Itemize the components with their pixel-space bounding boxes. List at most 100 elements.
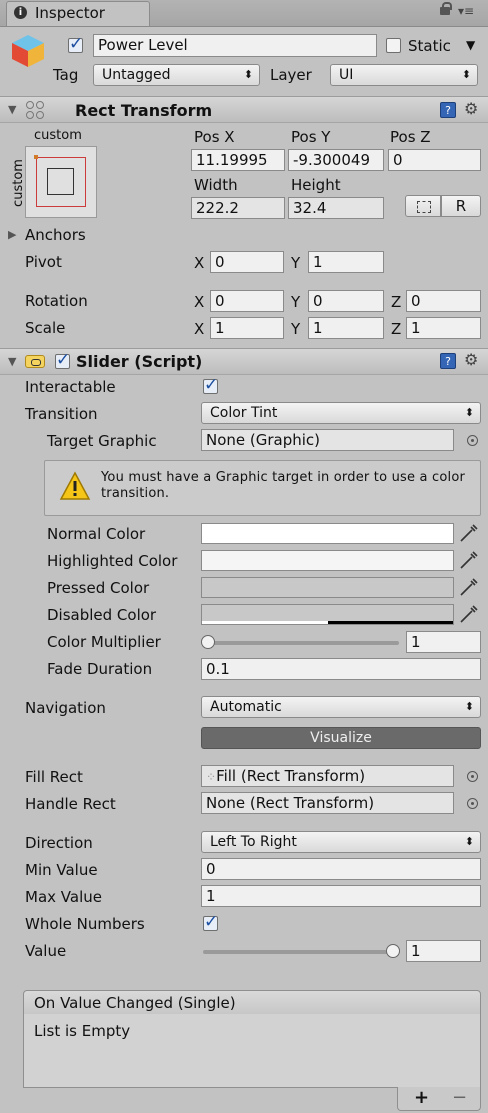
interactable-checkbox[interactable]: ✓ [203, 375, 218, 395]
fill-rect-value: Fill (Rect Transform) [216, 767, 366, 785]
eyedropper-icon[interactable] [458, 522, 480, 544]
layer-dropdown[interactable]: UI ⬍ [330, 64, 478, 86]
anchors-label[interactable]: Anchors [25, 225, 86, 245]
eyedropper-icon[interactable] [458, 549, 480, 571]
scale-x-axis-label: X [194, 320, 205, 338]
pivot-x-axis-label: X [194, 254, 205, 272]
static-checkbox[interactable] [386, 38, 401, 53]
anchor-presets-button[interactable] [25, 146, 97, 218]
slider-enabled-checkbox[interactable]: ✓ [55, 350, 70, 370]
navigation-dropdown[interactable]: Automatic ⬍ [201, 696, 481, 718]
raw-edit-button[interactable]: R [441, 195, 481, 217]
tag-value: Untagged [102, 67, 171, 83]
min-value-label: Min Value [25, 861, 98, 879]
posy-field[interactable]: -9.300049 [288, 149, 384, 171]
max-value-field[interactable]: 1 [201, 885, 481, 907]
object-picker-icon[interactable] [467, 771, 478, 782]
handle-rect-field[interactable]: None (Rect Transform) [201, 792, 454, 814]
color-multiplier-label: Color Multiplier [47, 633, 161, 651]
value-slider-handle[interactable] [386, 944, 400, 958]
active-checkbox[interactable]: ✓ [68, 34, 83, 54]
value-field[interactable]: 1 [406, 940, 481, 962]
static-dropdown-arrow-icon[interactable]: ▼ [466, 38, 475, 52]
gameobject-name-field[interactable]: Power Level [93, 34, 377, 57]
target-graphic-label: Target Graphic [47, 432, 157, 450]
foldout-expanded-icon[interactable]: ▼ [8, 100, 16, 120]
eyedropper-icon[interactable] [458, 576, 480, 598]
width-label: Width [194, 176, 238, 194]
disabled-color-field[interactable] [201, 604, 454, 625]
posz-field[interactable]: 0 [388, 149, 481, 171]
navigation-value: Automatic [210, 699, 282, 715]
alpha-bar-white [202, 621, 328, 624]
rect-transform-small-icon: ⁘ [206, 770, 217, 784]
fade-duration-field[interactable]: 0.1 [201, 658, 481, 680]
warning-text: You must have a Graphic target in order … [101, 470, 466, 501]
foldout-expanded-icon[interactable]: ▼ [8, 352, 16, 372]
tab-inspector[interactable]: i Inspector [6, 1, 150, 26]
posx-field[interactable]: 11.19995 [191, 149, 285, 171]
tab-title: Inspector [35, 4, 105, 22]
transition-value: Color Tint [210, 405, 278, 421]
height-field[interactable]: 32.4 [288, 197, 384, 219]
min-value-field[interactable]: 0 [201, 858, 481, 880]
pressed-color-field[interactable] [201, 577, 454, 598]
scale-x-field[interactable]: 1 [210, 317, 284, 339]
pivot-label: Pivot [25, 253, 62, 271]
color-multiplier-handle[interactable] [201, 635, 215, 649]
highlighted-color-label: Highlighted Color [47, 552, 178, 570]
gear-icon[interactable]: ⚙ [464, 351, 478, 369]
anchors-foldout-icon[interactable]: ▶ [8, 225, 16, 245]
pressed-color-label: Pressed Color [47, 579, 150, 597]
scale-z-field[interactable]: 1 [406, 317, 481, 339]
max-value-label: Max Value [25, 888, 102, 906]
event-footer: + − [397, 1087, 481, 1111]
panel-menu-icon[interactable]: ▾≡ [458, 4, 474, 18]
gear-icon[interactable]: ⚙ [464, 100, 478, 118]
handle-rect-label: Handle Rect [25, 795, 116, 813]
interactable-label: Interactable [25, 378, 116, 396]
visualize-label: Visualize [310, 730, 372, 746]
fill-rect-field[interactable]: ⁘Fill (Rect Transform) [201, 765, 454, 787]
width-field[interactable]: 222.2 [191, 197, 285, 219]
anchor-preset-pivot [34, 155, 38, 159]
dropdown-arrow-icon: ⬍ [464, 406, 474, 419]
object-picker-icon[interactable] [467, 798, 478, 809]
whole-numbers-checkbox[interactable]: ✓ [203, 912, 218, 932]
rotation-label: Rotation [25, 292, 88, 310]
rotation-x-field[interactable]: 0 [210, 290, 284, 312]
add-event-button[interactable]: + [414, 1087, 429, 1109]
visualize-button[interactable]: Visualize [201, 727, 481, 749]
disabled-color-label: Disabled Color [47, 606, 157, 624]
dropdown-arrow-icon: ⬍ [464, 700, 474, 713]
transition-dropdown[interactable]: Color Tint ⬍ [201, 402, 481, 424]
tag-dropdown[interactable]: Untagged ⬍ [93, 64, 260, 86]
pivot-y-field[interactable]: 1 [308, 251, 384, 273]
pivot-x-field[interactable]: 0 [210, 251, 284, 273]
color-multiplier-field[interactable]: 1 [406, 631, 481, 653]
value-label: Value [25, 942, 67, 960]
color-multiplier-track[interactable] [203, 641, 399, 645]
eyedropper-icon[interactable] [458, 603, 480, 625]
highlighted-color-field[interactable] [201, 550, 454, 571]
help-icon[interactable]: ? [440, 102, 456, 118]
value-slider-track[interactable] [203, 950, 399, 954]
normal-color-field[interactable] [201, 523, 454, 544]
direction-dropdown[interactable]: Left To Right ⬍ [201, 831, 481, 853]
remove-event-button[interactable]: − [452, 1087, 467, 1109]
info-icon: i [14, 6, 27, 19]
dropdown-arrow-icon: ⬍ [243, 68, 253, 81]
blueprint-mode-button[interactable] [405, 195, 441, 217]
rotation-z-field[interactable]: 0 [406, 290, 481, 312]
posy-label: Pos Y [291, 128, 331, 146]
slider-header[interactable] [0, 348, 488, 375]
rotation-y-field[interactable]: 0 [308, 290, 384, 312]
layer-label: Layer [270, 66, 312, 84]
pivot-y-axis-label: Y [291, 254, 301, 272]
target-graphic-field[interactable]: None (Graphic) [201, 429, 454, 451]
object-picker-icon[interactable] [467, 435, 478, 446]
help-icon[interactable]: ? [440, 353, 456, 369]
rect-transform-header[interactable] [0, 96, 488, 123]
rect-transform-title: Rect Transform [75, 101, 213, 120]
scale-y-field[interactable]: 1 [308, 317, 384, 339]
